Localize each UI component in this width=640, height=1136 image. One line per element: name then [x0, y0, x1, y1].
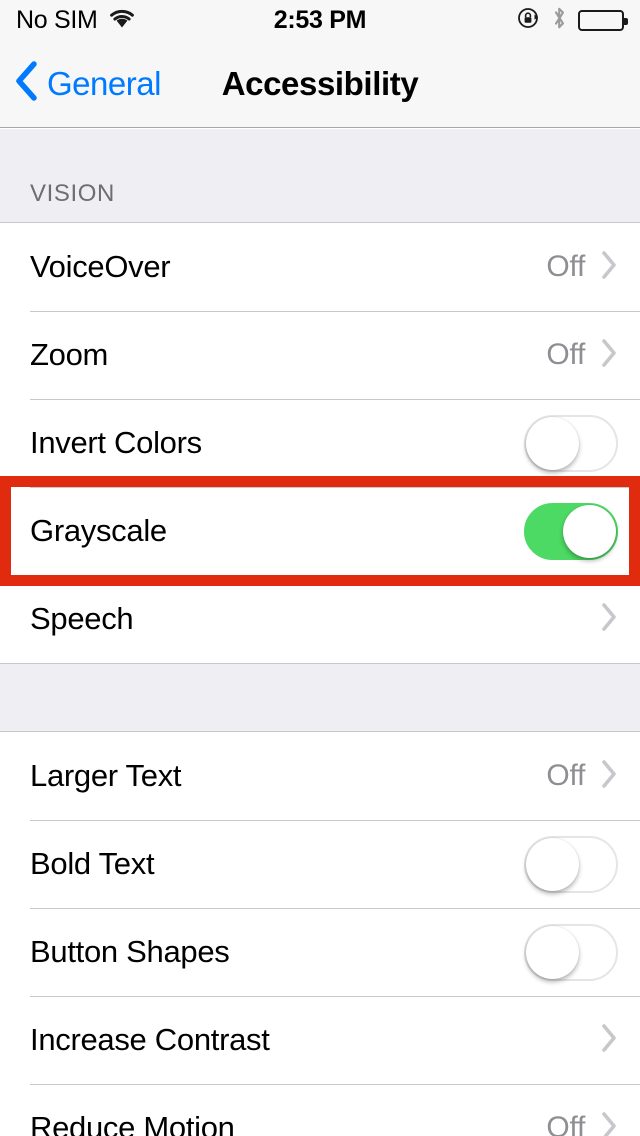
row-accessory: [524, 923, 618, 981]
back-button-label: General: [47, 64, 161, 102]
settings-group-vision: VoiceOver Off Zoom Off Invert Colors Gra…: [0, 222, 640, 664]
row-larger-text[interactable]: Larger Text Off: [0, 732, 640, 820]
chevron-left-icon: [14, 60, 38, 107]
row-label: Grayscale: [30, 513, 167, 548]
row-value: Off: [546, 338, 585, 371]
row-button-shapes[interactable]: Button Shapes: [0, 908, 640, 996]
row-label: Increase Contrast: [30, 1022, 270, 1057]
row-accessory: [524, 502, 618, 560]
row-bold-text[interactable]: Bold Text: [0, 820, 640, 908]
switch-invert-colors[interactable]: [524, 414, 618, 472]
chevron-right-icon: [601, 338, 618, 373]
switch-bold-text[interactable]: [524, 835, 618, 893]
row-label: Invert Colors: [30, 425, 202, 460]
row-voiceover[interactable]: VoiceOver Off: [0, 223, 640, 311]
row-accessory: [524, 414, 618, 472]
chevron-right-icon: [601, 250, 618, 285]
row-label: Button Shapes: [30, 934, 230, 969]
switch-button-shapes[interactable]: [524, 923, 618, 981]
row-accessory: [524, 835, 618, 893]
status-bar: No SIM 2:53 PM: [0, 0, 640, 40]
highlight-wrapper-grayscale: Grayscale: [0, 476, 640, 586]
row-label: Bold Text: [30, 846, 155, 881]
section-gap: [0, 664, 640, 731]
row-zoom[interactable]: Zoom Off: [0, 311, 640, 399]
row-accessory: Off: [546, 338, 618, 373]
switch-knob: [526, 837, 579, 891]
row-label: Larger Text: [30, 758, 182, 793]
switch-knob: [563, 504, 616, 558]
chevron-right-icon: [601, 759, 618, 794]
battery-icon: [578, 9, 628, 31]
clock-label: 2:53 PM: [273, 5, 367, 34]
row-label: Speech: [30, 601, 134, 636]
row-accessory: [601, 602, 618, 637]
settings-group-text: Larger Text Off Bold Text Button Shapes: [0, 731, 640, 1136]
switch-knob: [526, 925, 579, 979]
status-bar-right: [517, 6, 628, 35]
chevron-right-icon: [601, 1023, 618, 1058]
chevron-right-icon: [601, 1111, 618, 1136]
row-label: Zoom: [30, 337, 109, 372]
row-grayscale[interactable]: Grayscale: [0, 487, 640, 575]
row-value: Off: [546, 759, 585, 792]
row-value: Off: [546, 250, 585, 283]
chevron-right-icon: [601, 602, 618, 637]
row-accessory: Off: [546, 250, 618, 285]
row-accessory: [601, 1023, 618, 1058]
switch-grayscale[interactable]: [524, 502, 618, 560]
row-accessory: Off: [546, 1111, 618, 1136]
row-increase-contrast[interactable]: Increase Contrast: [0, 996, 640, 1084]
section-header-vision: VISION: [0, 129, 640, 222]
settings-table-view: VISION VoiceOver Off Zoom Off Invert Col…: [0, 129, 640, 1136]
navigation-bar: General Accessibility: [0, 40, 640, 128]
row-label: Reduce Motion: [30, 1110, 235, 1136]
carrier-label: No SIM: [16, 5, 98, 34]
wifi-icon: [108, 7, 136, 33]
row-value: Off: [546, 1111, 585, 1136]
row-accessory: Off: [546, 759, 618, 794]
section-header-label: VISION: [30, 180, 115, 207]
bluetooth-icon: [552, 6, 567, 35]
switch-knob: [526, 416, 579, 470]
status-bar-left: No SIM: [16, 7, 136, 33]
row-speech[interactable]: Speech: [0, 575, 640, 663]
rotation-lock-icon: [517, 6, 541, 35]
row-reduce-motion[interactable]: Reduce Motion Off: [0, 1084, 640, 1136]
row-invert-colors[interactable]: Invert Colors: [0, 399, 640, 487]
row-label: VoiceOver: [30, 249, 171, 284]
back-button-general[interactable]: General: [0, 60, 161, 107]
